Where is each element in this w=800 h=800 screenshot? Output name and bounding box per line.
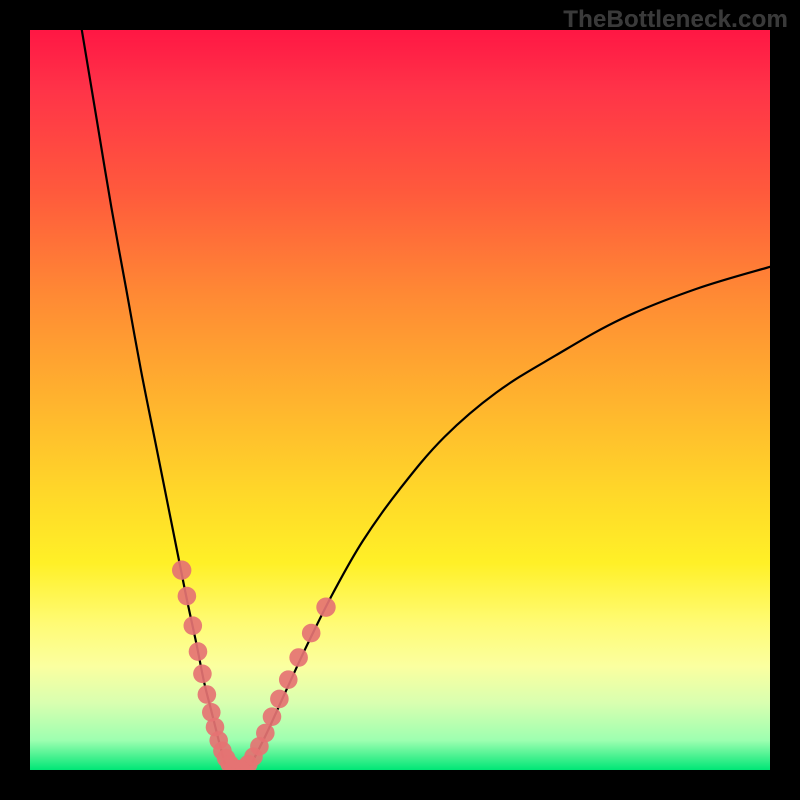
highlight-dot <box>172 561 191 580</box>
bottleneck-curve <box>82 30 770 770</box>
chart-svg <box>30 30 770 770</box>
highlight-dot <box>302 624 321 643</box>
highlight-dot <box>316 598 335 617</box>
highlight-dot <box>189 642 208 661</box>
v-curve <box>82 30 770 770</box>
scatter-dots <box>172 561 336 771</box>
highlight-dot <box>289 648 308 667</box>
highlight-dot <box>279 670 298 689</box>
highlight-dot <box>256 724 275 743</box>
highlight-dot <box>270 690 289 709</box>
highlight-dot <box>184 616 203 635</box>
chart-frame <box>30 30 770 770</box>
highlight-dot <box>193 665 212 684</box>
highlight-dot <box>178 587 197 606</box>
highlight-dot <box>198 685 217 704</box>
highlight-dot <box>263 707 282 726</box>
watermark-label: TheBottleneck.com <box>563 6 788 34</box>
